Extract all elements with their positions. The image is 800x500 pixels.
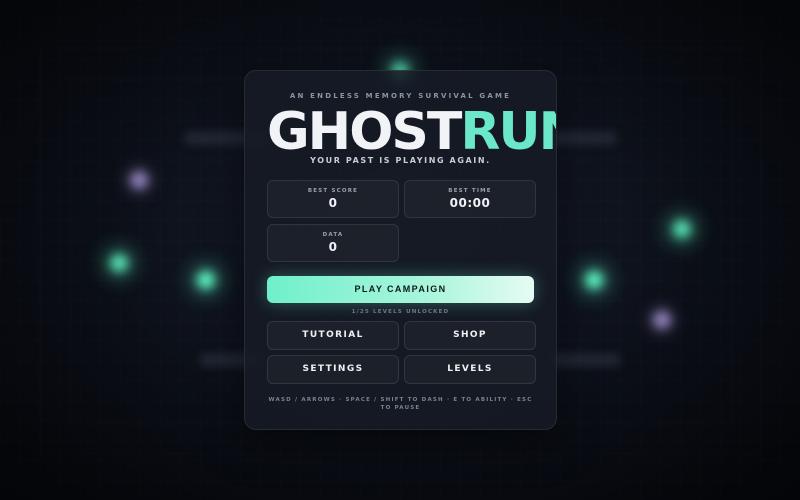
stat-data: DATA 0 xyxy=(267,224,399,262)
levels-button[interactable]: LEVELS xyxy=(404,355,536,384)
stat-value: 00:00 xyxy=(449,196,491,210)
game-logo: GHOSTRUN xyxy=(267,102,556,162)
background-data-orb xyxy=(197,271,215,289)
background-wall xyxy=(550,353,620,367)
shop-button[interactable]: SHOP xyxy=(404,321,536,350)
levels-unlocked-text: 1/25 LEVELS UNLOCKED xyxy=(351,309,450,315)
logo-part-ghost: GHOST xyxy=(267,102,462,162)
background-data-orb xyxy=(673,220,691,238)
stat-label: BEST TIME xyxy=(448,188,492,194)
controls-hint: WASD / ARROWS · SPACE / SHIFT TO DASH · … xyxy=(268,397,533,411)
stat-best-score: BEST SCORE 0 xyxy=(267,180,399,218)
stat-best-time: BEST TIME 00:00 xyxy=(404,180,536,218)
game-subtitle: YOUR PAST IS PLAYING AGAIN. xyxy=(310,156,491,165)
background-wall xyxy=(550,131,616,145)
game-tagline: AN ENDLESS MEMORY SURVIVAL GAME xyxy=(289,92,512,100)
stat-label: DATA xyxy=(322,232,344,238)
settings-button[interactable]: SETTINGS xyxy=(267,355,399,384)
background-ghost-orb xyxy=(653,311,671,329)
tutorial-button[interactable]: TUTORIAL xyxy=(267,321,399,350)
logo-part-run: RUN xyxy=(460,102,556,162)
background-ghost-orb xyxy=(130,171,148,189)
stat-value: 0 xyxy=(328,240,338,254)
background-data-orb xyxy=(110,254,128,272)
background-data-orb xyxy=(585,271,603,289)
game-stage: AN ENDLESS MEMORY SURVIVAL GAME GHOSTRUN… xyxy=(0,0,800,500)
stat-label: BEST SCORE xyxy=(307,188,359,194)
stat-value: 0 xyxy=(328,196,338,210)
main-menu-panel: AN ENDLESS MEMORY SURVIVAL GAME GHOSTRUN… xyxy=(244,70,557,430)
play-campaign-button[interactable]: PLAY CAMPAIGN xyxy=(267,276,534,303)
